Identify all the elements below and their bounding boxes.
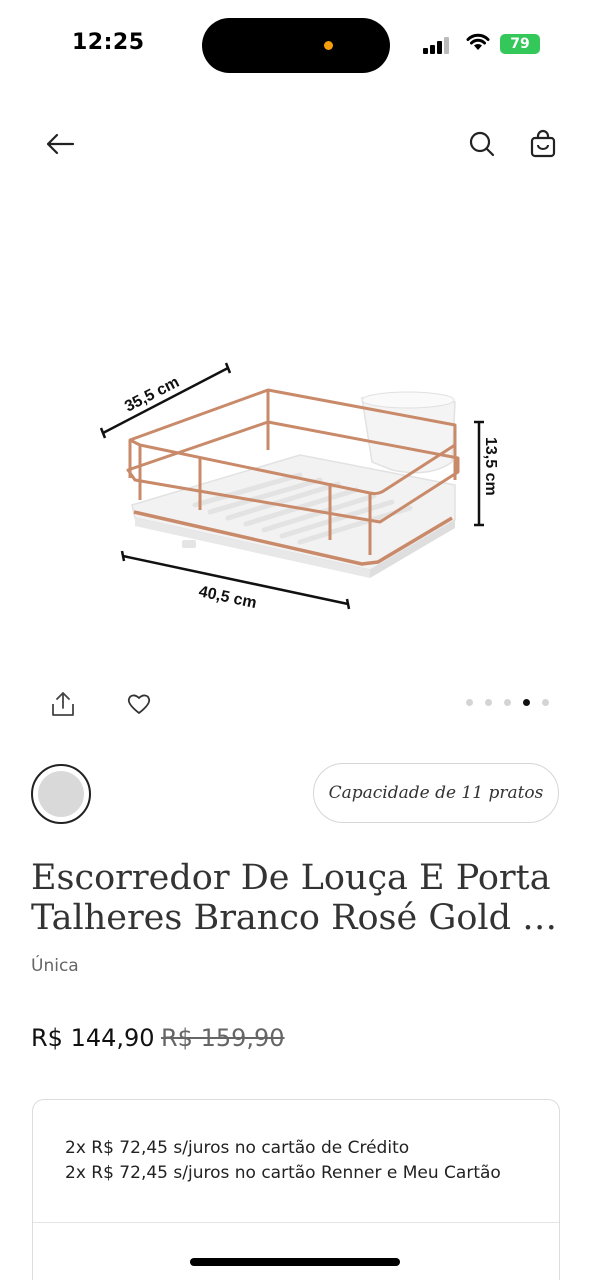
image-pager[interactable] bbox=[466, 699, 549, 706]
pager-dot[interactable] bbox=[485, 699, 492, 706]
search-button[interactable] bbox=[462, 124, 502, 164]
share-icon bbox=[52, 692, 74, 716]
divider bbox=[33, 1222, 559, 1223]
installments-card: 2x R$ 72,45 s/juros no cartão de Crédito… bbox=[32, 1099, 560, 1280]
search-icon bbox=[469, 131, 495, 157]
pager-dot[interactable] bbox=[542, 699, 549, 706]
share-button[interactable] bbox=[43, 684, 83, 724]
original-price: R$ 159,90 bbox=[161, 1024, 285, 1052]
wifi-icon bbox=[465, 32, 491, 56]
capacity-chip[interactable]: Capacidade de 11 pratos bbox=[313, 763, 559, 823]
dynamic-island bbox=[202, 18, 390, 73]
shopping-bag-button[interactable] bbox=[523, 124, 563, 164]
heart-icon bbox=[127, 694, 151, 714]
pager-dot[interactable] bbox=[466, 699, 473, 706]
pager-dot-active[interactable] bbox=[523, 699, 530, 706]
size-label: Única bbox=[31, 956, 79, 976]
arrow-left-icon bbox=[46, 133, 75, 155]
recording-indicator-dot bbox=[324, 41, 333, 50]
current-price: R$ 144,90 bbox=[31, 1024, 155, 1052]
product-title: Escorredor De Louça E Porta Talheres Bra… bbox=[31, 858, 561, 938]
pager-dot[interactable] bbox=[504, 699, 511, 706]
dimension-width-label: 40,5 cm bbox=[197, 583, 258, 612]
installment-store-card-line: 2x R$ 72,45 s/juros no cartão Renner e M… bbox=[65, 1163, 501, 1183]
favorite-button[interactable] bbox=[119, 684, 159, 724]
dimension-height-label: 13,5 cm bbox=[482, 437, 499, 496]
installment-credit-line: 2x R$ 72,45 s/juros no cartão de Crédito bbox=[65, 1138, 410, 1158]
product-image[interactable]: 35,5 cm 40,5 cm 13,5 cm bbox=[0, 200, 591, 680]
product-title-line1: Escorredor De Louça E Porta bbox=[31, 858, 551, 898]
swatch-color bbox=[38, 771, 84, 817]
capacity-label: Capacidade de 11 pratos bbox=[328, 783, 544, 803]
home-indicator[interactable] bbox=[190, 1258, 400, 1266]
shopping-bag-icon bbox=[530, 129, 556, 158]
back-button[interactable] bbox=[40, 124, 80, 164]
battery-icon: 79 bbox=[500, 34, 540, 54]
dimension-depth-label: 35,5 cm bbox=[122, 374, 182, 416]
status-time: 12:25 bbox=[72, 30, 145, 55]
product-title-line2: Talheres Branco Rosé Gold B... bbox=[31, 898, 561, 938]
signal-icon bbox=[423, 36, 453, 54]
color-swatch-selected[interactable] bbox=[31, 764, 91, 824]
